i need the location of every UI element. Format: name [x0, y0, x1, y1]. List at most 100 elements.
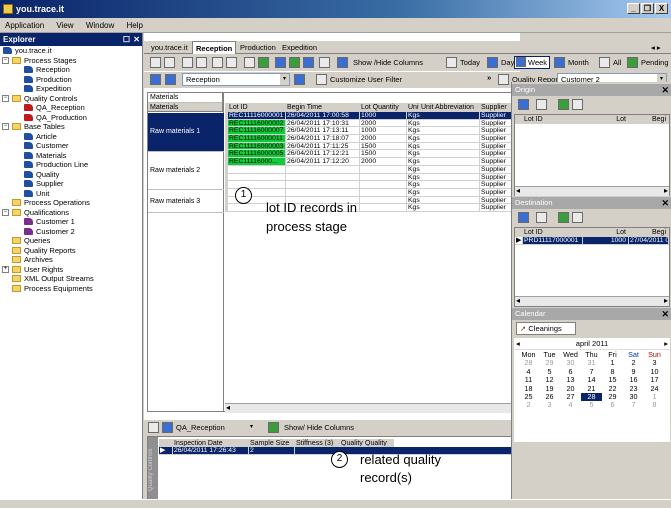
quality-reports-icon[interactable] [498, 74, 509, 85]
table-row[interactable]: Kgs Supplier [225, 165, 513, 174]
destination-form-icon[interactable] [518, 212, 529, 223]
collapse-icon[interactable]: − [2, 208, 9, 216]
table-row[interactable]: REC11116000011 26/04/2011 17:18:07 2000 Kgs… [225, 135, 513, 143]
table-row[interactable]: Kgs Supplier [225, 173, 513, 182]
close-explorer-icon[interactable]: ✕ [133, 33, 140, 46]
col-unit[interactable]: Unit [407, 103, 420, 112]
pending-button[interactable]: Pending [641, 57, 669, 68]
destination-col-lot-id[interactable]: Lot ID [523, 228, 583, 237]
export-icon[interactable] [319, 57, 330, 68]
col-unit-abbreviation[interactable]: Unit Abbreviation [420, 103, 480, 112]
filter-link-icon[interactable] [294, 74, 305, 85]
prev-month-icon[interactable]: ◂ [516, 338, 520, 350]
col-sample-size[interactable]: Sample Size [249, 439, 295, 447]
tree-item[interactable]: Supplier [0, 179, 142, 189]
table-row[interactable]: REC11116000007 26/04/2011 17:13:11 1000 Kgs… [225, 127, 513, 136]
menu-window[interactable]: Window [81, 18, 119, 33]
new-icon[interactable] [150, 57, 161, 68]
tree-item[interactable]: − Base Tables [0, 122, 142, 132]
tab-home[interactable]: you.trace.it [148, 41, 191, 54]
quality-columns-icon[interactable] [268, 422, 279, 433]
tab-scroll-arrows[interactable]: ◂ ▸ ✕ [648, 41, 671, 65]
destination-col-lot[interactable]: Lot [583, 228, 629, 237]
today-icon[interactable] [446, 57, 457, 68]
table-row[interactable]: Kgs Supplier [225, 188, 513, 197]
scroll-right-icon[interactable]: ▸ [664, 186, 668, 195]
close-calendar-icon[interactable]: ✕ [661, 308, 669, 320]
tree-item[interactable]: Quality Reports [0, 246, 142, 256]
menu-application[interactable]: Application [0, 18, 49, 33]
tree-item[interactable]: Customer 1 [0, 217, 142, 227]
customize-user-filter-button[interactable]: Customize User Filter [330, 74, 402, 85]
paste-icon[interactable] [226, 57, 237, 68]
cleanings-tab[interactable]: ➚ Cleanings [516, 322, 576, 335]
table-row[interactable]: REC11116000001 26/04/2011 17:00:58 1000 Kgs… [225, 112, 513, 120]
destination-row[interactable]: ▶ PRD11117000001 1000 27/04/2011 08 [515, 237, 669, 246]
destination-grid-icon[interactable] [536, 212, 547, 223]
col-inspection-date[interactable]: Inspection Date [173, 439, 249, 447]
close-origin-icon[interactable]: ✕ [661, 84, 669, 96]
origin-col-begin[interactable]: Begi [629, 115, 669, 124]
minimize-button[interactable]: _ [627, 3, 640, 14]
calendar-day[interactable]: 5 [581, 400, 602, 409]
origin-refresh-icon[interactable] [558, 99, 569, 110]
materials-column-header[interactable]: Materials [148, 103, 223, 112]
collapse-icon[interactable]: − [2, 56, 9, 64]
col-lot-quantity[interactable]: Lot Quantity [360, 103, 407, 112]
new-quality-icon[interactable] [148, 422, 159, 433]
tree-item[interactable]: Process Equipments [0, 284, 142, 294]
tree-item[interactable]: Reception [0, 65, 142, 75]
tree-root[interactable]: you.trace.it [0, 46, 142, 56]
table-row[interactable]: Kgs Supplier [225, 181, 513, 189]
customize-filter-icon[interactable] [316, 74, 327, 85]
scroll-right-icon[interactable]: ▸ [664, 296, 668, 305]
close-button[interactable]: X [655, 3, 668, 14]
pin-icon[interactable]: ☐ [123, 33, 130, 46]
tree-item[interactable]: − Qualifications [0, 208, 142, 218]
all-button[interactable]: All [613, 57, 621, 68]
forward-icon[interactable] [165, 74, 176, 85]
table-row[interactable]: REC11116000002 26/04/2011 17:10:31 2000 Kgs… [225, 119, 513, 128]
destination-scrollbar[interactable]: ◂ ▸ [515, 296, 669, 306]
calendar-day[interactable]: 4 [560, 400, 581, 409]
table-row[interactable]: REC11116000... 26/04/2011 17:12:20 2000 Kgs… [225, 158, 513, 166]
tree-item[interactable]: Materials [0, 151, 142, 161]
tree-item[interactable]: XML Output Streams [0, 274, 142, 284]
tab-expedition[interactable]: Expedition [279, 41, 320, 54]
quality-form-icon[interactable] [162, 422, 173, 433]
tree-item[interactable]: Quality [0, 170, 142, 180]
tree-item[interactable]: Unit [0, 189, 142, 199]
collapse-icon[interactable]: − [2, 94, 9, 102]
destination-col-begin[interactable]: Begi [629, 228, 669, 237]
all-icon[interactable] [599, 57, 610, 68]
tree-item[interactable]: Customer 2 [0, 227, 142, 237]
today-button[interactable]: Today [460, 57, 480, 68]
show-hide-columns-label[interactable]: Show /Hide Columns [353, 57, 423, 68]
materials-group[interactable]: Raw materials 1 [148, 113, 224, 152]
columns-icon[interactable] [337, 57, 348, 68]
table-row[interactable]: REC11116000005 26/04/2011 17:12:21 1500 Kgs… [225, 150, 513, 159]
materials-group[interactable]: Raw materials 2 [148, 152, 224, 190]
tab-reception[interactable]: Reception [192, 41, 237, 54]
tree-item[interactable]: Customer [0, 141, 142, 151]
origin-col-lot[interactable]: Lot [583, 115, 629, 124]
tree-item[interactable]: QA_Production [0, 113, 142, 123]
tree-item[interactable]: Expedition [0, 84, 142, 94]
chevron-down-icon[interactable]: ▾ [250, 422, 253, 433]
print-preview-icon[interactable] [196, 57, 207, 68]
first-record-icon[interactable] [275, 57, 286, 68]
destination-refresh-icon[interactable] [558, 212, 569, 223]
menu-view[interactable]: View [51, 18, 78, 33]
back-icon[interactable] [150, 74, 161, 85]
quality-form-select[interactable]: QA_Reception [176, 422, 225, 433]
origin-form-icon[interactable] [518, 99, 529, 110]
calendar-day[interactable]: 6 [602, 400, 623, 409]
refresh-icon[interactable] [258, 57, 269, 68]
day-icon[interactable] [487, 57, 498, 68]
destination-columns-icon[interactable] [572, 212, 583, 223]
quality-show-hide-columns[interactable]: Show/ Hide Columns [284, 422, 354, 433]
day-button[interactable]: Day [501, 57, 514, 68]
col-supplier[interactable]: Supplier [480, 103, 513, 112]
origin-scrollbar[interactable]: ◂ ▸ [515, 186, 669, 196]
tree-item[interactable]: Process Operations [0, 198, 142, 208]
